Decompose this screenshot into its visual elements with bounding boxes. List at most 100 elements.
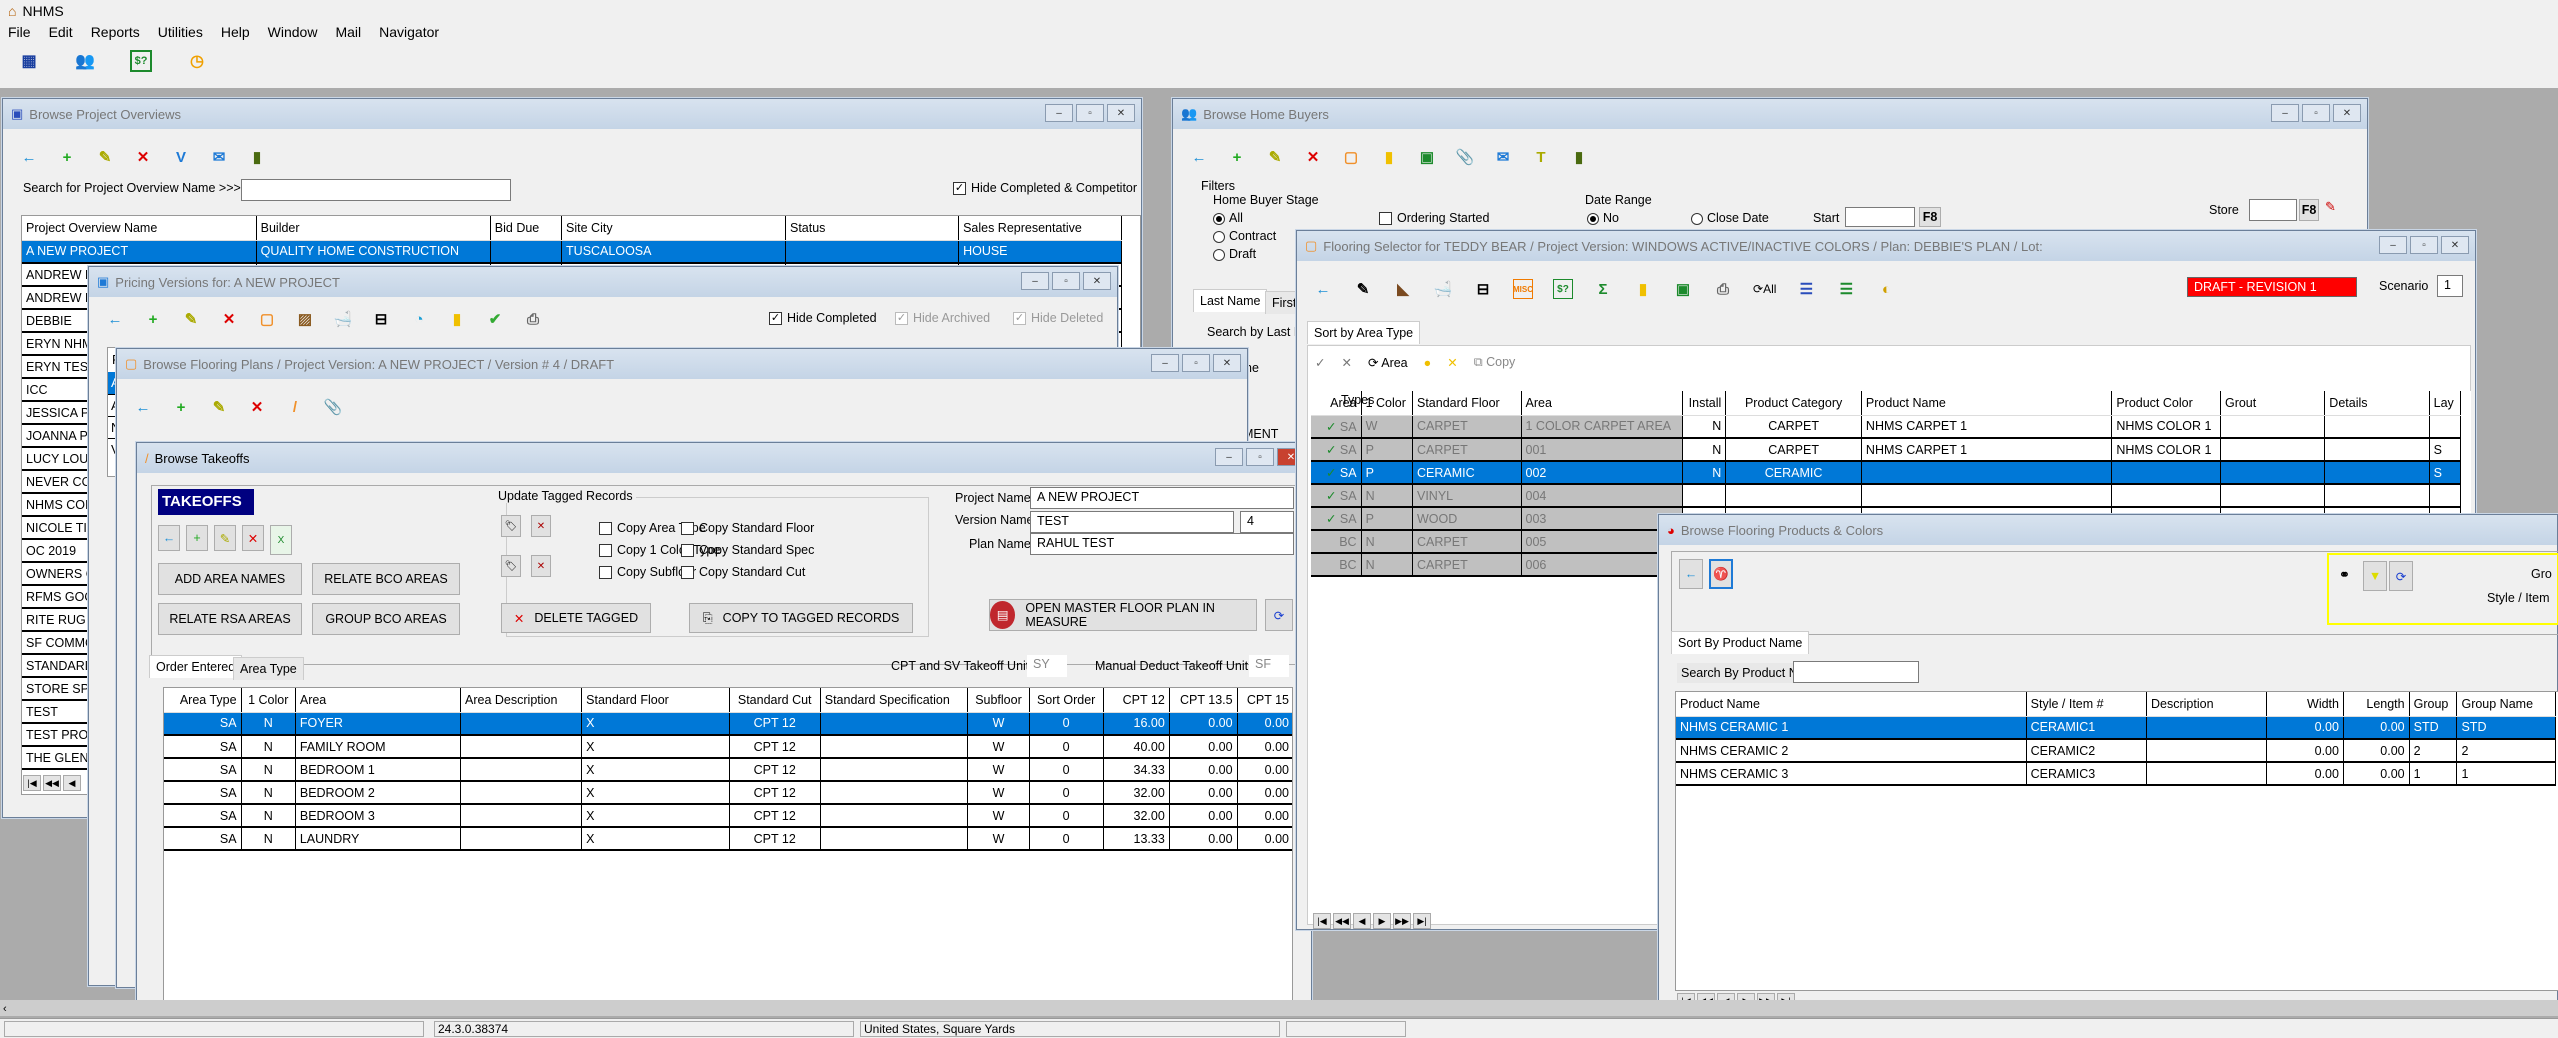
delete-tagged-button[interactable]: ✕ DELETE TAGGED xyxy=(501,603,651,633)
prev-page-button[interactable]: ◀◀ xyxy=(1333,913,1351,929)
hide-deleted-checkbox[interactable]: ✓ Hide Deleted xyxy=(1013,311,1103,326)
maximize-button[interactable]: ▫ xyxy=(1052,272,1080,290)
close-button[interactable]: ✕ xyxy=(2333,104,2361,122)
cancel-icon[interactable]: ✕ xyxy=(1341,355,1351,370)
tab-sort-by-product-name[interactable]: Sort By Product Name xyxy=(1671,631,1810,654)
column-header[interactable]: Product Category xyxy=(1725,391,1862,416)
title-bar[interactable]: ◕ Browse Flooring Products & Colors xyxy=(1659,515,2557,545)
refresh-icon[interactable]: ⟳ xyxy=(1265,599,1293,631)
column-header[interactable]: Grout xyxy=(2220,391,2326,416)
hide-completed-checkbox[interactable]: ✓ Hide Completed & Competitor xyxy=(953,181,1137,196)
table-row[interactable]: ✓ SA P CARPET 001 N CARPET NHMS CARPET 1 NHMS C… xyxy=(1311,438,2462,462)
close-button[interactable]: ✕ xyxy=(1213,354,1241,372)
store-input[interactable] xyxy=(2249,199,2297,221)
table-row[interactable]: SA N BEDROOM 2 X CPT 12 W 0 32.00 0.00 0.00 xyxy=(164,781,1292,805)
table-row[interactable]: NHMS CERAMIC 1 CERAMIC1 0.00 0.00 STD STD xyxy=(1676,716,2556,740)
column-header[interactable]: CPT 13.5 xyxy=(1169,688,1238,713)
tag-icon[interactable]: ● xyxy=(1424,356,1432,370)
minimize-button[interactable]: – xyxy=(1021,272,1049,290)
scenario-input[interactable]: 1 xyxy=(2437,275,2463,297)
version-number-field[interactable]: 4 xyxy=(1240,511,1294,533)
tag-icon[interactable]: 🏷 xyxy=(501,515,521,537)
store-f8-button[interactable]: F8 xyxy=(2299,199,2319,221)
table-row[interactable]: SA N LAUNDRY X CPT 12 W 0 13.33 0.00 0.00 xyxy=(164,827,1292,851)
back-arrow-icon[interactable]: ← xyxy=(1189,147,1209,167)
column-header[interactable]: Site City xyxy=(561,216,786,241)
print-icon[interactable]: ⎙ xyxy=(523,309,543,329)
refresh-area-button[interactable]: ⟳ Area xyxy=(1368,355,1408,370)
binoculars-icon[interactable]: ⚭ xyxy=(2339,567,2350,583)
f8-button[interactable]: F8 xyxy=(1919,207,1941,227)
ordering-started-checkbox[interactable]: Ordering Started xyxy=(1379,211,1489,226)
minimize-button[interactable]: – xyxy=(1151,354,1179,372)
text-icon[interactable]: T xyxy=(1531,147,1551,167)
deduct-unit-field[interactable]: SF xyxy=(1249,655,1289,677)
column-header[interactable]: Style / Item # xyxy=(2026,692,2148,717)
first-record-button[interactable]: |◀ xyxy=(23,775,41,791)
cabinet-icon[interactable]: ⊟ xyxy=(1473,279,1493,299)
column-header[interactable]: Standard Specification xyxy=(820,688,969,713)
list-green-icon[interactable]: ☰ xyxy=(1836,279,1856,299)
stage-contract-radio[interactable]: Contract xyxy=(1213,229,1276,243)
column-header[interactable]: Status xyxy=(785,216,960,241)
cpt-unit-field[interactable]: SY xyxy=(1027,655,1067,677)
column-header[interactable]: Standard Cut xyxy=(729,688,821,713)
maximize-button[interactable]: ▫ xyxy=(1076,104,1104,122)
back-arrow-icon[interactable]: ← xyxy=(105,309,125,329)
next-record-button[interactable]: ▶ xyxy=(1373,913,1391,929)
table-row[interactable]: SA N BEDROOM 1 X CPT 12 W 0 34.33 0.00 0.00 xyxy=(164,758,1292,782)
back-arrow-icon[interactable]: ← xyxy=(133,397,153,417)
menu-mail[interactable]: Mail xyxy=(335,24,361,40)
title-bar[interactable]: ▣ Browse Project Overviews – ▫ ✕ xyxy=(3,99,1141,129)
back-arrow-icon[interactable]: ← xyxy=(158,525,180,551)
minimize-button[interactable]: – xyxy=(1045,104,1073,122)
untag-icon[interactable]: ✕ xyxy=(1447,355,1457,370)
table-row[interactable]: SA N BEDROOM 3 X CPT 12 W 0 32.00 0.00 0.00 xyxy=(164,804,1292,828)
delete-icon[interactable]: ✕ xyxy=(242,525,264,551)
menu-navigator[interactable]: Navigator xyxy=(379,24,439,40)
tab-order-entered[interactable]: Order Entered xyxy=(149,655,243,678)
maximize-button[interactable]: ▫ xyxy=(1182,354,1210,372)
accept-icon[interactable]: ✓ xyxy=(1315,355,1325,370)
edit-icon[interactable]: ✎ xyxy=(209,397,229,417)
column-header[interactable]: Product Name xyxy=(1861,391,2113,416)
sum-icon[interactable]: Σ xyxy=(1593,279,1613,299)
menu-file[interactable]: File xyxy=(8,24,31,40)
title-bar[interactable]: / Browse Takeoffs – ▫ ✕ xyxy=(137,443,1311,473)
column-header[interactable]: Standard Floor xyxy=(581,688,730,713)
floor-plan-icon[interactable]: ▢ xyxy=(257,309,277,329)
table-row[interactable]: A NEW PROJECT QUALITY HOME CONSTRUCTION TU… xyxy=(22,240,1122,264)
pricing-icon[interactable]: $? xyxy=(1553,279,1573,299)
table-row[interactable]: SA N FOYER X CPT 12 W 0 16.00 0.00 0.00 xyxy=(164,712,1292,736)
project-overviews-icon[interactable]: ▦ xyxy=(18,50,40,72)
menu-edit[interactable]: Edit xyxy=(49,24,73,40)
paperclip-icon[interactable]: 📎 xyxy=(323,397,343,417)
column-header[interactable]: Project Overview Name xyxy=(22,216,257,241)
filter-icon[interactable]: ▼ xyxy=(2363,561,2387,591)
column-header[interactable]: Description xyxy=(2146,692,2268,717)
column-header[interactable]: Standard Floor xyxy=(1412,391,1522,416)
table-row[interactable]: NHMS CERAMIC 2 CERAMIC2 0.00 0.00 2 2 xyxy=(1676,739,2556,763)
wood-floor-icon[interactable]: ▨ xyxy=(295,309,315,329)
column-header[interactable]: Sort Order xyxy=(1029,688,1104,713)
copy-to-tagged-button[interactable]: ⎘ COPY TO TAGGED RECORDS xyxy=(689,603,913,633)
back-arrow-icon[interactable]: ← xyxy=(19,147,39,167)
column-header[interactable]: Install xyxy=(1682,391,1727,416)
column-header[interactable]: Group Name xyxy=(2456,692,2556,717)
column-header[interactable]: Sales Representative xyxy=(958,216,1122,241)
address-book-icon[interactable]: ▮ xyxy=(1569,147,1589,167)
misc-icon[interactable]: MISC xyxy=(1513,279,1533,299)
add-icon[interactable]: + xyxy=(186,525,208,551)
project-name-field[interactable]: A NEW PROJECT xyxy=(1030,487,1294,509)
refresh-all-button[interactable]: ⟳ All xyxy=(1753,279,1776,299)
home-buyers-icon[interactable]: 👥 xyxy=(74,50,96,72)
group-bco-areas-button[interactable]: GROUP BCO AREAS xyxy=(312,603,460,635)
maximize-button[interactable]: ▫ xyxy=(1246,448,1274,466)
tab-sort-by-area-type[interactable]: Sort by Area Type xyxy=(1307,321,1421,344)
delete-icon[interactable]: ✕ xyxy=(247,397,267,417)
bathtub-icon[interactable]: 🛁 xyxy=(333,309,353,329)
hide-completed-checkbox[interactable]: ✓ Hide Completed xyxy=(769,311,877,326)
date-no-radio[interactable]: No xyxy=(1587,211,1619,225)
tab-area-type[interactable]: Area Type xyxy=(233,657,304,680)
prev-record-button[interactable]: ◀ xyxy=(63,775,81,791)
